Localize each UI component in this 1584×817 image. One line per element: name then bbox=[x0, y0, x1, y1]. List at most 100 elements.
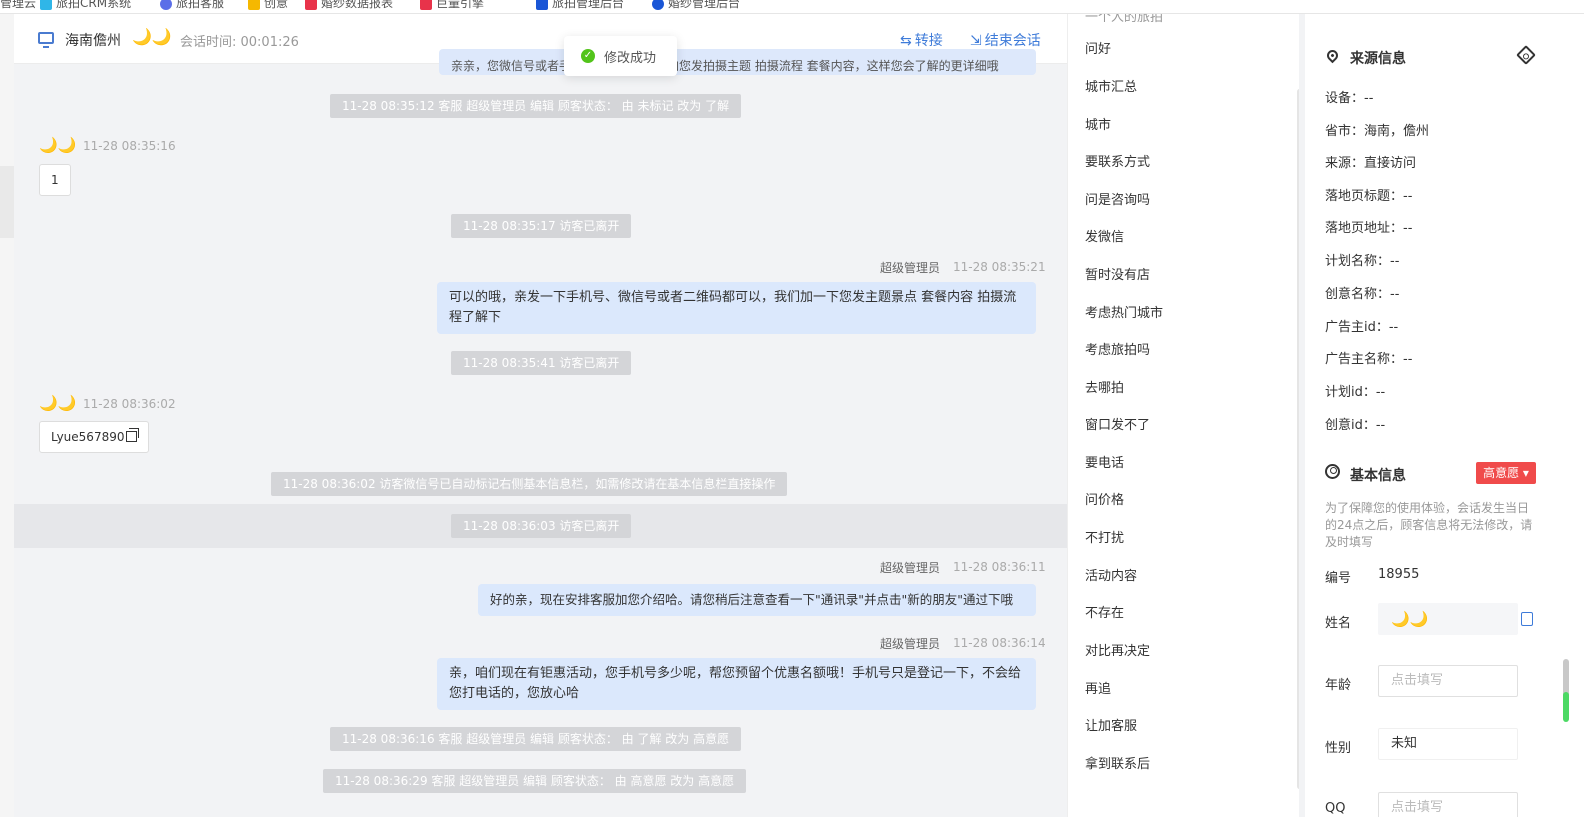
bookmark[interactable]: 旅拍客服 bbox=[160, 0, 224, 10]
message-time: 11-28 08:36:14 bbox=[953, 636, 1046, 650]
quick-reply-item[interactable]: 暂时没有店 bbox=[1085, 264, 1150, 283]
id-value: 18955 bbox=[1378, 567, 1420, 582]
visitor-message: 1 bbox=[39, 164, 71, 196]
bookmark[interactable]: 创意 bbox=[248, 0, 288, 10]
gender-select[interactable]: 未知 bbox=[1378, 728, 1518, 760]
quick-reply-item[interactable]: 对比再决定 bbox=[1085, 640, 1150, 659]
qq-label: QQ bbox=[1325, 801, 1346, 816]
agent-name: 超级管理员 bbox=[880, 561, 941, 575]
quick-reply-item[interactable]: 不打扰 bbox=[1085, 527, 1124, 546]
bookmarks-bar: 管理云 旅拍CRM系统 旅拍客服 创意 婚纱数据报表 巨量引擎 旅拍管理后台 婚… bbox=[0, 0, 1584, 14]
quick-reply-item[interactable]: 城市汇总 bbox=[1085, 76, 1137, 95]
visitor-location: 海南儋州 bbox=[65, 33, 121, 49]
quick-reply-item[interactable]: 再追 bbox=[1085, 678, 1111, 697]
visitor-name: 🌙🌙 bbox=[39, 394, 77, 412]
scrollbar-thumb[interactable] bbox=[1563, 692, 1569, 722]
check-icon: ✓ bbox=[581, 49, 595, 63]
agent-name: 超级管理员 bbox=[880, 261, 941, 275]
quick-reply-item[interactable]: 拿到联系后 bbox=[1085, 753, 1150, 772]
monitor-icon bbox=[38, 32, 54, 48]
system-message: 11-28 08:36:03 访客已离开 bbox=[451, 514, 632, 538]
visitor-name: 🌙🌙 bbox=[132, 27, 172, 46]
user-icon bbox=[1325, 464, 1340, 479]
toast-text: 修改成功 bbox=[604, 51, 657, 66]
source-field-landing-title: 落地页标题：-- bbox=[1325, 189, 1413, 204]
view-icon[interactable] bbox=[1516, 45, 1536, 65]
bookmark[interactable]: 旅拍管理后台 bbox=[536, 0, 624, 10]
source-field-landing-url: 落地页地址：-- bbox=[1325, 221, 1413, 236]
bookmark[interactable]: 管理云 bbox=[0, 0, 36, 10]
session-time: 会话时间: 00:01:26 bbox=[180, 35, 299, 50]
intent-dropdown[interactable]: 高意愿 ▾ bbox=[1476, 462, 1536, 484]
bookmark[interactable]: 巨量引擎 bbox=[420, 0, 484, 10]
system-message: 11-28 08:35:12 客服 超级管理员 编辑 顾客状态： 由 未标记 改… bbox=[330, 94, 742, 118]
visitor-info-panel: 来源信息 设备：-- 省市：海南，儋州 来源：直接访问 落地页标题：-- 落地页… bbox=[1299, 14, 1584, 817]
source-field-plan-id: 计划id：-- bbox=[1325, 385, 1386, 400]
source-field-plan-name: 计划名称：-- bbox=[1325, 254, 1400, 269]
quick-reply-item[interactable]: 问好 bbox=[1085, 38, 1111, 57]
left-sidebar-edge bbox=[0, 14, 14, 817]
agent-message: 亲，咱们现在有钜惠活动，您手机号多少呢，帮您预留个优惠名额哦！手机号只是登记一下… bbox=[437, 658, 1036, 710]
quick-reply-item[interactable]: 窗口发不了 bbox=[1085, 414, 1150, 433]
quick-reply-item[interactable]: 不存在 bbox=[1085, 602, 1124, 621]
agent-name: 超级管理员 bbox=[880, 637, 941, 651]
quick-reply-item[interactable]: 发微信 bbox=[1085, 226, 1124, 245]
quick-reply-item[interactable]: 一个人的旅拍 bbox=[1085, 14, 1163, 25]
system-message: 11-28 08:36:16 客服 超级管理员 编辑 顾客状态： 由 了解 改为… bbox=[330, 727, 742, 751]
exit-icon: ⇲ bbox=[970, 33, 982, 49]
quick-reply-item[interactable]: 问价格 bbox=[1085, 489, 1124, 508]
qq-field[interactable]: 点击填写 bbox=[1378, 792, 1518, 817]
message-time: 11-28 08:35:16 bbox=[83, 139, 176, 153]
source-field-creative-name: 创意名称：-- bbox=[1325, 287, 1400, 302]
copy-icon[interactable] bbox=[1521, 612, 1533, 626]
success-toast: ✓ 修改成功 bbox=[564, 36, 677, 76]
source-field-device: 设备：-- bbox=[1325, 91, 1374, 106]
agent-message: 好的亲，现在安排客服加您介绍哈。请您稍后注意查看一下"通讯录"并点击"新的朋友"… bbox=[478, 584, 1036, 616]
agent-message: 可以的哦，亲发一下手机号、微信号或者二维码都可以，我们加一下您发主题景点 套餐内… bbox=[437, 282, 1036, 334]
source-field-province: 省市：海南，儋州 bbox=[1325, 124, 1430, 139]
age-label: 年龄 bbox=[1325, 678, 1352, 693]
quick-reply-item[interactable]: 城市 bbox=[1085, 114, 1111, 133]
chat-panel: 海南儋州 🌙🌙 会话时间: 00:01:26 ⇆ 转接 ⇲ 结束会话 亲亲，您微信号… bbox=[14, 14, 1067, 817]
agent-message: 亲亲，您微信号或者手机号都可以，我们加您发拍摄主题 拍摄流程 套餐内容，这样您会… bbox=[439, 49, 1036, 75]
bookmark[interactable]: 婚纱管理后台 bbox=[652, 0, 740, 10]
quick-reply-item[interactable]: 去哪拍 bbox=[1085, 377, 1124, 396]
source-info-title: 来源信息 bbox=[1350, 51, 1406, 67]
quick-reply-item[interactable]: 考虑旅拍吗 bbox=[1085, 339, 1150, 358]
quick-reply-item[interactable]: 考虑热门城市 bbox=[1085, 302, 1163, 321]
quick-reply-item[interactable]: 让加客服 bbox=[1085, 715, 1137, 734]
quick-reply-item[interactable]: 要联系方式 bbox=[1085, 151, 1150, 170]
collapse-tab[interactable] bbox=[0, 166, 14, 238]
edit-notice: 为了保障您的使用体验，会话发生当日的24点之后，顾客信息将无法修改，请及时填写 bbox=[1325, 501, 1533, 549]
end-session-button[interactable]: ⇲ 结束会话 bbox=[970, 30, 1041, 50]
source-field-advertiser-id: 广告主id：-- bbox=[1325, 320, 1399, 335]
gender-label: 性别 bbox=[1325, 741, 1352, 756]
age-field[interactable]: 点击填写 bbox=[1378, 665, 1518, 697]
copy-icon[interactable] bbox=[126, 428, 140, 442]
visitor-name: 🌙🌙 bbox=[39, 136, 77, 154]
transfer-button[interactable]: ⇆ 转接 bbox=[900, 30, 943, 50]
basic-info-title: 基本信息 bbox=[1350, 468, 1406, 484]
name-label: 姓名 bbox=[1325, 616, 1352, 631]
message-time: 11-28 08:36:02 bbox=[83, 397, 176, 411]
source-field-advertiser-name: 广告主名称：-- bbox=[1325, 352, 1413, 367]
source-field-creative-id: 创意id：-- bbox=[1325, 418, 1386, 433]
quick-replies-panel: 一个人的旅拍 问好 城市汇总 城市 要联系方式 问是咨询吗 发微信 暂时没有店 … bbox=[1067, 14, 1299, 817]
message-time: 11-28 08:35:21 bbox=[953, 260, 1046, 274]
bookmark[interactable]: 旅拍CRM系统 bbox=[40, 0, 131, 10]
location-pin-icon bbox=[1324, 47, 1341, 64]
bookmark[interactable]: 婚纱数据报表 bbox=[305, 0, 393, 10]
source-field-source: 来源：直接访问 bbox=[1325, 156, 1417, 171]
transfer-icon: ⇆ bbox=[900, 33, 912, 49]
caret-down-icon: ▾ bbox=[1519, 466, 1529, 480]
quick-reply-item[interactable]: 要电话 bbox=[1085, 452, 1124, 471]
quick-reply-item[interactable]: 问是咨询吗 bbox=[1085, 189, 1150, 208]
message-time: 11-28 08:36:11 bbox=[953, 560, 1046, 574]
name-field[interactable]: 🌙🌙 bbox=[1378, 603, 1518, 635]
quick-reply-item[interactable]: 活动内容 bbox=[1085, 565, 1137, 584]
id-label: 编号 bbox=[1325, 571, 1352, 586]
visitor-message: Lyue567890 bbox=[39, 421, 150, 453]
system-message: 11-28 08:35:17 访客已离开 bbox=[451, 214, 632, 238]
system-message: 11-28 08:35:41 访客已离开 bbox=[451, 351, 632, 375]
system-message: 11-28 08:36:29 客服 超级管理员 编辑 顾客状态： 由 高意愿 改… bbox=[323, 769, 747, 793]
